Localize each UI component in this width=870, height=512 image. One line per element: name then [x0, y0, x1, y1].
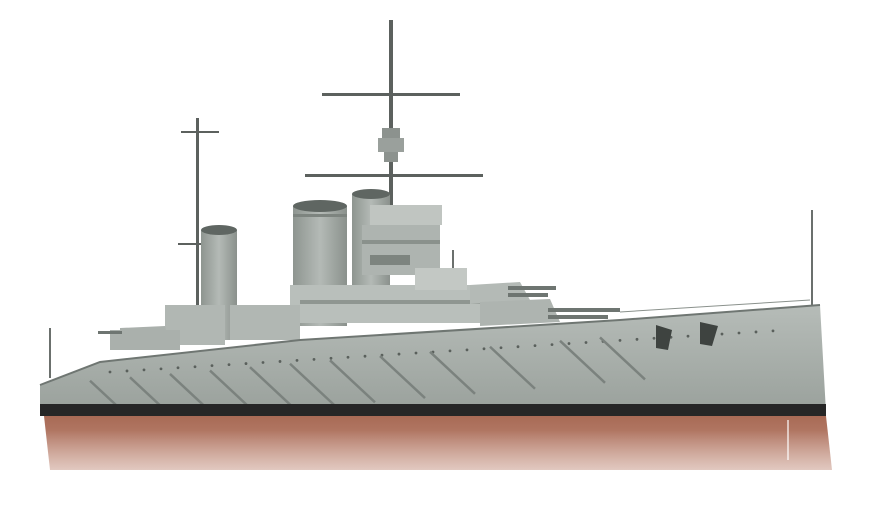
porthole	[159, 367, 163, 371]
porthole	[108, 370, 112, 374]
porthole	[295, 359, 299, 362]
porthole	[142, 368, 146, 372]
porthole	[499, 346, 503, 350]
porthole	[635, 337, 639, 341]
porthole	[737, 331, 741, 335]
porthole	[193, 365, 197, 369]
ensign-staff-stern	[49, 328, 51, 378]
bridge	[362, 205, 454, 275]
porthole	[720, 332, 724, 336]
porthole	[448, 349, 452, 353]
porthole	[754, 330, 758, 334]
porthole	[125, 369, 129, 373]
porthole	[414, 351, 418, 355]
porthole	[329, 356, 333, 360]
porthole	[176, 366, 180, 370]
turret-aft	[98, 326, 168, 342]
porthole	[465, 348, 469, 352]
porthole	[618, 338, 622, 342]
porthole	[312, 357, 316, 361]
porthole	[210, 364, 214, 368]
porthole	[227, 363, 231, 367]
porthole	[363, 354, 367, 358]
jack-staff-bow	[811, 210, 813, 310]
porthole	[550, 343, 554, 346]
bottom-fade	[0, 430, 870, 512]
porthole	[278, 360, 282, 363]
porthole	[244, 362, 248, 365]
porthole	[567, 342, 571, 345]
boot-topping	[40, 404, 826, 416]
porthole	[516, 345, 520, 349]
porthole	[686, 334, 690, 338]
porthole	[482, 347, 486, 351]
porthole	[346, 355, 350, 359]
ship-image-stage	[0, 0, 870, 512]
porthole	[584, 341, 588, 344]
porthole	[771, 329, 775, 333]
porthole	[261, 361, 265, 364]
porthole	[533, 344, 537, 348]
porthole	[397, 352, 401, 356]
battleship-illustration	[0, 20, 870, 512]
porthole	[652, 336, 656, 340]
main-mast	[305, 20, 483, 210]
